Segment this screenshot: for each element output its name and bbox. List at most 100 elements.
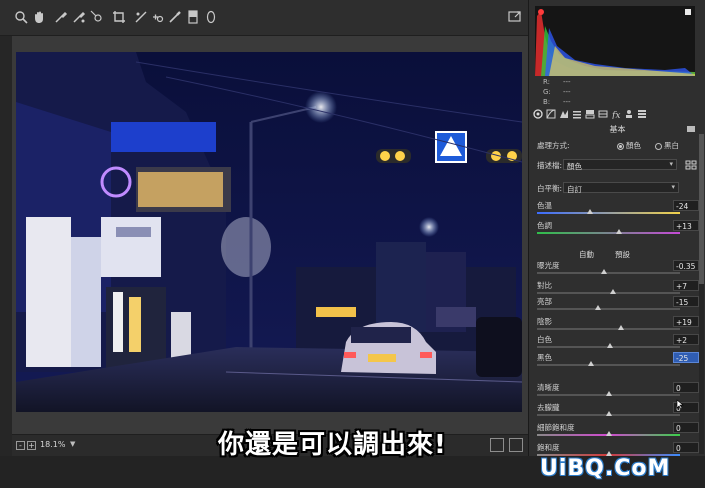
slider-thumb[interactable]: [605, 391, 612, 396]
adjustment-panel: R: --- G: --- B: --- fx 基本 處理方式: 顏色 黑白 描述檔:…: [528, 0, 705, 456]
slider-track[interactable]: [537, 325, 680, 330]
straighten-icon[interactable]: [134, 10, 148, 24]
wb-row: 白平衡: 自訂 ▾: [537, 182, 699, 195]
fullscreen-toggle-icon[interactable]: [508, 10, 522, 24]
slider-row: 清晰度 0: [537, 382, 699, 394]
slider-thumb[interactable]: [609, 289, 616, 294]
default-button[interactable]: 預設: [615, 249, 630, 260]
detail-tab-icon[interactable]: [559, 109, 569, 119]
slider-row: 色溫 -24: [537, 200, 699, 212]
treatment-row: 處理方式: 顏色 黑白: [537, 140, 699, 152]
slider-row: 白色 +2: [537, 334, 699, 346]
slider-row: 亮部 -15: [537, 296, 699, 308]
chevron-down-icon[interactable]: ▼: [70, 440, 75, 448]
slider-value-input[interactable]: -15: [673, 296, 699, 307]
slider-track[interactable]: [537, 343, 680, 348]
white-balance-icon[interactable]: [54, 10, 68, 24]
auto-button[interactable]: 自動: [579, 249, 594, 260]
zoom-in-button[interactable]: +: [27, 441, 36, 450]
slider-value-input[interactable]: +13: [673, 220, 699, 231]
b-label: B:: [543, 98, 551, 106]
hand-icon[interactable]: [32, 10, 46, 24]
panel-scrollbar[interactable]: [699, 134, 704, 454]
slider-label: 對比: [537, 281, 552, 290]
before-after-view-button[interactable]: [490, 438, 504, 452]
slider-track[interactable]: [537, 209, 680, 214]
video-subtitle: 你還是可以調出來!: [218, 430, 447, 460]
treatment-color-radio[interactable]: 顏色: [617, 140, 641, 151]
slider-row: 去朦朧 0: [537, 402, 699, 414]
slider-value-input[interactable]: +19: [673, 316, 699, 327]
target-adjust-icon[interactable]: [90, 10, 104, 24]
slider-label: 色調: [537, 221, 552, 230]
image-canvas[interactable]: [12, 36, 528, 434]
radio-unselected[interactable]: [655, 142, 662, 150]
profile-browser-icon[interactable]: [685, 160, 697, 170]
slider-value-input[interactable]: 0: [673, 422, 699, 433]
slider-thumb[interactable]: [595, 305, 602, 310]
slider-value-input[interactable]: -24: [673, 200, 699, 211]
slider-value-input[interactable]: -25: [673, 352, 699, 363]
section-title: 基本: [609, 125, 626, 134]
basic-tab-icon[interactable]: [533, 109, 543, 119]
graduated-filter-icon[interactable]: [186, 10, 200, 24]
spot-removal-icon[interactable]: [150, 10, 164, 24]
split-toning-tab-icon[interactable]: [585, 109, 595, 119]
treatment-bw-label: 黑白: [664, 141, 679, 150]
treatment-label: 處理方式:: [537, 141, 570, 150]
zoom-icon[interactable]: [14, 10, 28, 24]
color-sampler-icon[interactable]: [72, 10, 86, 24]
crop-icon[interactable]: [112, 10, 126, 24]
slider-track[interactable]: [537, 229, 680, 234]
slider-row: 對比 +7: [537, 280, 699, 292]
slider-value-input[interactable]: +2: [673, 334, 699, 345]
slider-track[interactable]: [537, 431, 680, 436]
profile-row: 描述檔: 顏色 ▾: [537, 159, 699, 172]
slider-track[interactable]: [537, 269, 680, 274]
slider-thumb[interactable]: [605, 431, 612, 436]
slider-row: 曝光度 -0.35: [537, 260, 699, 272]
night-street-photo: [16, 52, 522, 412]
profile-label: 描述檔:: [537, 161, 563, 170]
radial-filter-icon[interactable]: [204, 10, 218, 24]
zoom-out-button[interactable]: -: [16, 441, 25, 450]
presets-tab-icon[interactable]: [637, 109, 647, 119]
slider-thumb[interactable]: [615, 229, 622, 234]
profile-value: 顏色: [567, 162, 582, 171]
lens-tab-icon[interactable]: [598, 109, 608, 119]
profile-select[interactable]: 顏色 ▾: [563, 159, 677, 171]
hsl-tab-icon[interactable]: [572, 109, 582, 119]
slider-label: 曝光度: [537, 261, 560, 270]
panel-menu-icon[interactable]: [687, 125, 695, 133]
slider-thumb[interactable]: [588, 361, 595, 366]
slider-thumb[interactable]: [601, 269, 608, 274]
scrollbar-thumb[interactable]: [699, 134, 704, 284]
slider-value-input[interactable]: -0.35: [673, 260, 699, 271]
slider-thumb[interactable]: [618, 325, 625, 330]
left-strip: [0, 36, 12, 488]
zoom-level[interactable]: 18.1%: [40, 440, 65, 449]
wb-select[interactable]: 自訂 ▾: [563, 182, 679, 194]
slider-value-input[interactable]: 0: [673, 382, 699, 393]
treatment-bw-radio[interactable]: 黑白: [655, 140, 679, 151]
slider-value-input[interactable]: 0: [673, 442, 699, 453]
slider-thumb[interactable]: [586, 209, 593, 214]
slider-track[interactable]: [537, 289, 680, 294]
slider-row: 飽和度 0: [537, 442, 699, 454]
slider-label: 清晰度: [537, 383, 560, 392]
slider-track[interactable]: [537, 391, 680, 396]
photo-preview[interactable]: [16, 52, 522, 412]
before-after-settings-icon[interactable]: [509, 438, 523, 452]
slider-track[interactable]: [537, 411, 680, 416]
wb-label: 白平衡:: [537, 184, 563, 193]
radio-selected[interactable]: [617, 142, 624, 150]
slider-value-input[interactable]: +7: [673, 280, 699, 291]
tone-curve-tab-icon[interactable]: [546, 109, 556, 119]
calibration-tab-icon[interactable]: [624, 109, 634, 119]
slider-track[interactable]: [537, 361, 680, 366]
red-eye-icon[interactable]: [168, 10, 182, 24]
effects-tab-icon[interactable]: fx: [611, 109, 621, 119]
slider-thumb[interactable]: [606, 343, 613, 348]
slider-track[interactable]: [537, 305, 680, 310]
slider-thumb[interactable]: [605, 411, 612, 416]
